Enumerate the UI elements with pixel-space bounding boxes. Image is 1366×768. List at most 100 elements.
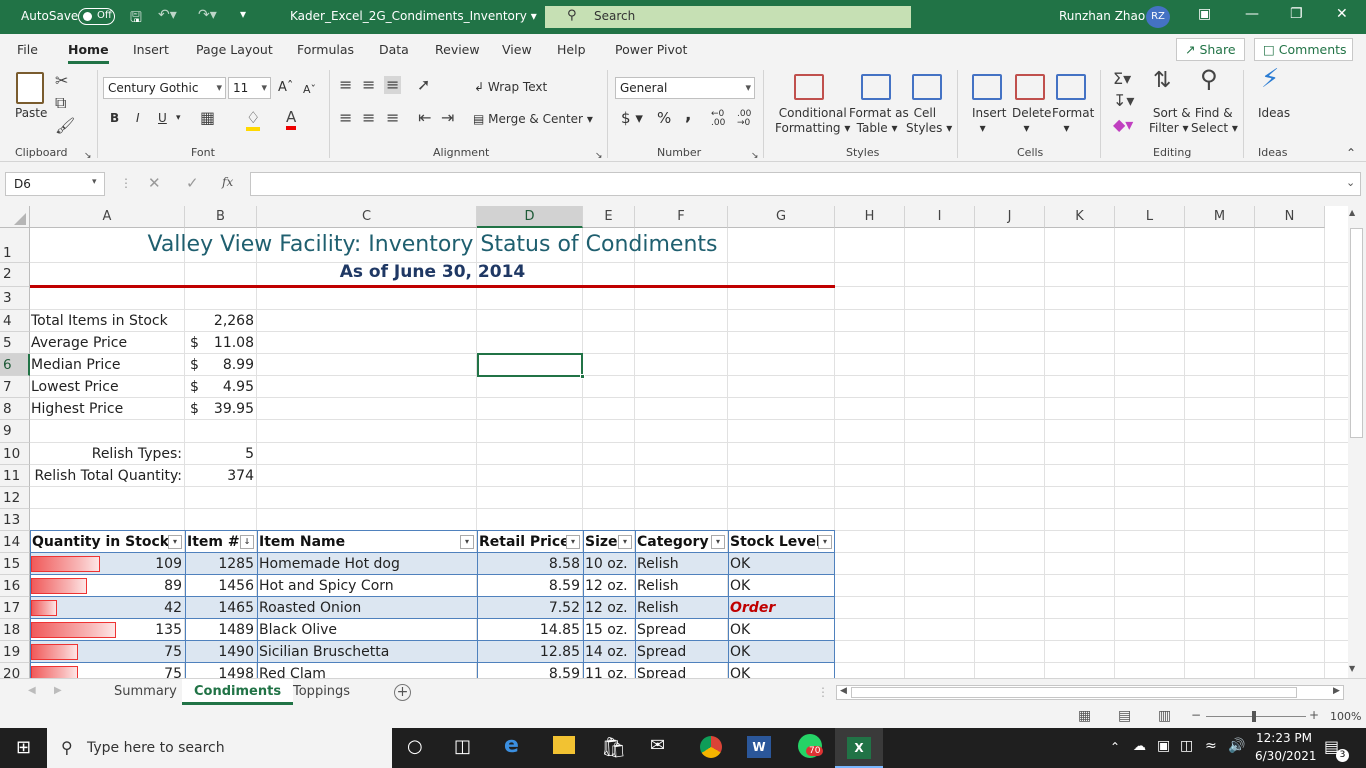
close-icon[interactable]: ✕ xyxy=(1336,6,1348,22)
row-header-20[interactable]: 20 xyxy=(0,663,30,678)
cell-stock-level[interactable]: Order xyxy=(728,597,835,619)
document-title[interactable]: Kader_Excel_2G_Condiments_Inventory ▾ xyxy=(290,9,537,23)
insert-cells-button[interactable]: Insert ▾ xyxy=(972,106,1006,136)
table-header-quantity[interactable]: Quantity in Stock ▾ xyxy=(30,531,185,553)
align-top-icon[interactable]: ≡ xyxy=(339,76,352,94)
column-header-n[interactable]: N xyxy=(1255,206,1325,228)
column-header-d[interactable]: D xyxy=(477,206,583,228)
format-cells-button[interactable]: Format ▾ xyxy=(1052,106,1094,136)
currency-button[interactable]: $ ▾ xyxy=(621,111,643,126)
ideas-icon[interactable]: ⚡ xyxy=(1261,66,1279,92)
cell-stock-level[interactable]: OK xyxy=(728,553,835,575)
filter-dropdown-icon[interactable]: ▾ xyxy=(711,535,725,549)
tab-data[interactable]: Data xyxy=(379,42,409,57)
search-box[interactable]: ⚲ Search xyxy=(545,6,911,28)
column-header-k[interactable]: K xyxy=(1045,206,1115,228)
cell-item-number[interactable]: 1456 xyxy=(185,575,257,597)
table-header-retail-price[interactable]: Retail Price ▾ xyxy=(477,531,583,553)
align-bottom-icon[interactable]: ≡ xyxy=(384,76,402,94)
merge-center-button[interactable]: ▤ Merge & Center ▾ xyxy=(473,112,593,127)
chrome-icon[interactable] xyxy=(700,736,722,758)
tab-home[interactable]: Home xyxy=(68,42,109,64)
name-box[interactable]: D6 xyxy=(5,172,105,196)
font-size-select[interactable]: 11 xyxy=(228,77,271,99)
cell-size[interactable]: 10 oz. xyxy=(583,553,635,575)
cell-size[interactable]: 12 oz. xyxy=(583,575,635,597)
table-header-item-name[interactable]: Item Name ▾ xyxy=(257,531,477,553)
cell-size[interactable]: 11 oz. xyxy=(583,663,635,678)
tab-power-pivot[interactable]: Power Pivot xyxy=(615,42,687,57)
share-button[interactable]: ↗ Share xyxy=(1176,38,1245,61)
align-left-icon[interactable]: ≡ xyxy=(339,109,352,127)
row-header-5[interactable]: 5 xyxy=(0,332,30,354)
stat-value[interactable]: 4.95 xyxy=(185,376,257,398)
name-box-dropdown-icon[interactable]: ▾ xyxy=(92,177,97,187)
row-header-14[interactable]: 14 xyxy=(0,531,30,553)
filter-dropdown-icon[interactable]: ▾ xyxy=(566,535,580,549)
column-header-m[interactable]: M xyxy=(1185,206,1255,228)
cell-category[interactable]: Relish xyxy=(635,553,728,575)
column-header-c[interactable]: C xyxy=(257,206,477,228)
store-icon[interactable]: 🛍 xyxy=(601,735,626,759)
table-header-stock-level[interactable]: Stock Level ▾ xyxy=(728,531,835,553)
windows-start-icon[interactable]: ⊞ xyxy=(16,737,31,758)
sheet-subtitle[interactable]: As of June 30, 2014 xyxy=(30,261,835,283)
fill-color-icon[interactable]: ♢ xyxy=(246,109,261,131)
decrease-indent-icon[interactable]: ⇤ xyxy=(418,109,431,127)
tray-app-icon[interactable]: ▣ xyxy=(1157,738,1170,754)
sheet-tab-condiments[interactable]: Condiments xyxy=(182,679,294,705)
table-header-size[interactable]: Size ▾ xyxy=(583,531,635,553)
clock-date[interactable]: 6/30/2021 xyxy=(1255,749,1317,763)
edge-icon[interactable]: e xyxy=(504,733,519,758)
zoom-slider-thumb[interactable] xyxy=(1252,711,1256,722)
cell-item-number[interactable]: 1498 xyxy=(185,663,257,678)
stat-value[interactable]: 11.08 xyxy=(185,332,257,354)
cell-stock-level[interactable]: OK xyxy=(728,575,835,597)
find-select-icon[interactable]: ⚲ xyxy=(1200,67,1218,91)
cell-item-name[interactable]: Red Clam xyxy=(257,663,477,678)
file-explorer-icon[interactable] xyxy=(553,736,575,754)
customize-qat-icon[interactable]: ▾ xyxy=(240,7,246,21)
column-header-e[interactable]: E xyxy=(583,206,635,228)
cell-item-name[interactable]: Black Olive xyxy=(257,619,477,641)
cortana-icon[interactable]: ○ xyxy=(407,736,423,757)
align-right-icon[interactable]: ≡ xyxy=(386,109,399,127)
column-header-j[interactable]: J xyxy=(975,206,1045,228)
column-header-b[interactable]: B xyxy=(185,206,257,228)
expand-formula-icon[interactable]: ⌄ xyxy=(1346,176,1355,189)
cell-item-number[interactable]: 1285 xyxy=(185,553,257,575)
decrease-font-icon[interactable]: Aˇ xyxy=(303,82,316,97)
copy-icon[interactable]: ⧉ xyxy=(55,94,66,112)
cell-retail-price[interactable]: 8.59 xyxy=(477,575,583,597)
paste-button[interactable]: Paste xyxy=(15,106,47,121)
add-sheet-icon[interactable]: + xyxy=(394,684,411,701)
normal-view-icon[interactable]: ▦ xyxy=(1078,708,1091,724)
insert-function-icon[interactable]: fx xyxy=(222,175,233,189)
autosave-toggle[interactable]: Off xyxy=(78,8,115,25)
cell-item-name[interactable]: Hot and Spicy Corn xyxy=(257,575,477,597)
number-format-select[interactable]: General xyxy=(615,77,755,99)
filter-dropdown-icon[interactable]: ▾ xyxy=(618,535,632,549)
battery-icon[interactable]: ◫ xyxy=(1180,738,1193,754)
bold-button[interactable]: B xyxy=(110,111,119,126)
cell-item-name[interactable]: Sicilian Bruschetta xyxy=(257,641,477,663)
tab-formulas[interactable]: Formulas xyxy=(297,42,354,57)
percent-button[interactable]: % xyxy=(657,111,671,126)
row-header-16[interactable]: 16 xyxy=(0,575,30,597)
filter-dropdown-icon[interactable]: ↓ xyxy=(240,535,254,549)
row-header-2[interactable]: 2 xyxy=(0,263,30,287)
cell-category[interactable]: Relish xyxy=(635,575,728,597)
cell-size[interactable]: 14 oz. xyxy=(583,641,635,663)
cell-category[interactable]: Spread xyxy=(635,619,728,641)
next-sheet-icon[interactable]: ▶ xyxy=(54,685,62,696)
volume-icon[interactable]: 🔊 xyxy=(1228,738,1245,754)
zoom-level[interactable]: 100% xyxy=(1330,710,1361,723)
row-header-19[interactable]: 19 xyxy=(0,641,30,663)
font-color-icon[interactable]: A xyxy=(286,108,297,130)
page-layout-view-icon[interactable]: ▤ xyxy=(1118,708,1131,724)
wrap-text-button[interactable]: ↲ Wrap Text xyxy=(474,80,547,95)
format-as-table-button[interactable]: Format as Table ▾ xyxy=(849,106,909,136)
table-header-item-number[interactable]: Item # ↓ xyxy=(185,531,257,553)
horizontal-scrollbar[interactable]: ◀ ▶ xyxy=(836,685,1344,700)
ribbon-display-icon[interactable]: ▣ xyxy=(1198,6,1211,22)
